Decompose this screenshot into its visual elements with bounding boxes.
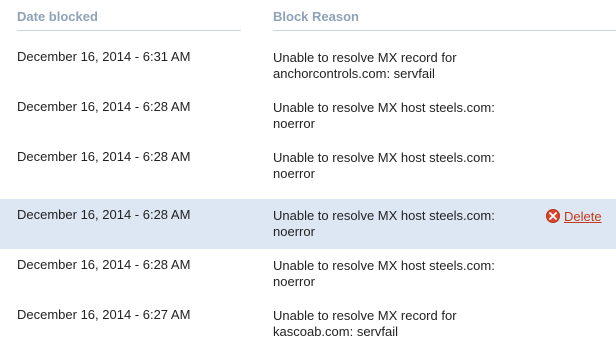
delete-link[interactable]: Delete	[564, 209, 602, 224]
column-header-date-blocked[interactable]: Date blocked	[17, 9, 241, 31]
date-cell: December 16, 2014 - 6:27 AM	[17, 307, 191, 322]
reason-cell: Unable to resolve MX host steels.com: no…	[273, 208, 495, 239]
date-cell: December 16, 2014 - 6:28 AM	[17, 207, 191, 222]
date-cell: December 16, 2014 - 6:28 AM	[17, 99, 191, 114]
date-cell: December 16, 2014 - 6:28 AM	[17, 149, 191, 164]
close-circle-icon[interactable]	[546, 209, 560, 223]
reason-cell: Unable to resolve MX record for kascoab.…	[273, 308, 457, 339]
column-header-block-reason[interactable]: Block Reason	[273, 9, 616, 31]
table-row[interactable]: December 16, 2014 - 6:28 AM Unable to re…	[0, 91, 616, 141]
date-cell: December 16, 2014 - 6:31 AM	[17, 49, 191, 64]
table-row[interactable]: December 16, 2014 - 6:28 AM Unable to re…	[0, 141, 616, 191]
table-row[interactable]: December 16, 2014 - 6:28 AM Unable to re…	[0, 249, 616, 299]
delete-button[interactable]: Delete	[546, 208, 602, 224]
reason-cell: Unable to resolve MX record for anchorco…	[273, 50, 457, 81]
reason-cell: Unable to resolve MX host steels.com: no…	[273, 150, 495, 181]
reason-cell: Unable to resolve MX host steels.com: no…	[273, 100, 495, 131]
date-cell: December 16, 2014 - 6:28 AM	[17, 257, 191, 272]
table-header: Date blocked Block Reason	[0, 0, 616, 32]
table-row[interactable]: December 16, 2014 - 6:31 AM Unable to re…	[0, 41, 616, 91]
reason-cell: Unable to resolve MX host steels.com: no…	[273, 258, 495, 289]
table-row[interactable]: December 16, 2014 - 6:27 AM Unable to re…	[0, 299, 616, 345]
table-row-selected[interactable]: December 16, 2014 - 6:28 AM Unable to re…	[0, 199, 616, 249]
blocked-list-table: Date blocked Block Reason December 16, 2…	[0, 0, 616, 345]
